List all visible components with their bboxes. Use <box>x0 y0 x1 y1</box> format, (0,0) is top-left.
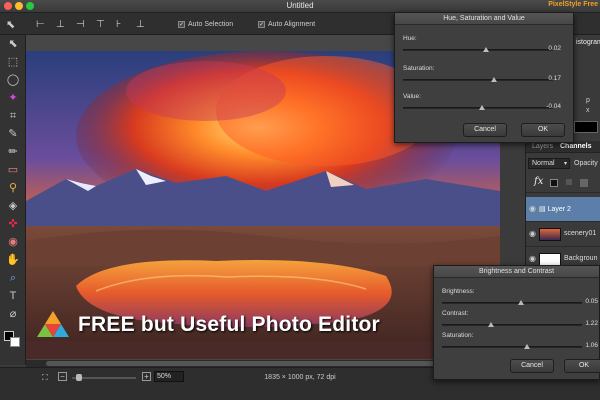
align-center-icon[interactable]: ⊥ <box>56 18 65 30</box>
horizontal-scrollbar[interactable] <box>26 360 500 367</box>
dialog-title: Hue, Saturation and Value <box>395 13 573 25</box>
auto-alignment-checkbox[interactable]: ✓ Auto Alignment <box>258 18 315 30</box>
contrast-value: 1.22 <box>585 320 598 327</box>
slider-knob[interactable] <box>488 322 494 327</box>
hue-label: Hue: <box>403 35 417 42</box>
clone-tool-icon[interactable]: ✜ <box>4 217 22 232</box>
smudge-tool-icon[interactable]: ⚲ <box>4 181 22 196</box>
opacity-label: Opacity <box>574 160 598 167</box>
saturation-slider[interactable] <box>403 77 553 82</box>
contrast-label: Contrast: <box>442 310 469 317</box>
tools-palette: ⬉ ⬚ ◯ ✦ ⌗ ✎ ✏ ▭ ⚲ ◈ ✜ ◉ ✋ ⌕ T ⌀ <box>0 35 26 365</box>
mask-icon[interactable] <box>550 179 558 187</box>
ellipse-select-icon[interactable]: ◯ <box>4 73 22 88</box>
cancel-button[interactable]: Cancel <box>510 359 554 373</box>
adjustment-icon[interactable] <box>566 179 572 185</box>
slider-knob[interactable] <box>483 47 489 52</box>
saturation-label: Saturation: <box>442 332 474 339</box>
brightness-value: 0.05 <box>585 298 598 305</box>
histogram-readout: p <box>586 97 590 104</box>
ok-button[interactable]: OK <box>521 123 565 137</box>
auto-selection-checkbox[interactable]: ✓ Auto Selection <box>178 18 233 30</box>
layer-name: Backgroun <box>564 255 598 262</box>
layer-row-scenery01[interactable]: ◉ scenery01 <box>526 222 600 247</box>
align-left-icon[interactable]: ⊢ <box>36 18 45 30</box>
layer-thumbnail <box>539 228 561 241</box>
slider-knob[interactable] <box>518 300 524 305</box>
move-tool-option-icon[interactable]: ⬉ <box>6 18 15 31</box>
align-middle-icon[interactable]: ⊦ <box>116 18 121 30</box>
saturation-label: Saturation: <box>403 65 435 72</box>
red-eye-tool-icon[interactable]: ◉ <box>4 235 22 250</box>
app-window: Untitled PixelStyle Free ⬉ ⊢ ⊥ ⊣ ⊤ ⊦ ⊥ ✓… <box>0 0 600 400</box>
chevron-down-icon: ▾ <box>563 161 567 167</box>
eye-icon[interactable]: ◉ <box>529 254 536 263</box>
fx-icon[interactable]: fx <box>534 176 543 187</box>
move-tool-icon[interactable]: ⬉ <box>4 37 22 52</box>
scrollbar-thumb[interactable] <box>46 361 446 366</box>
marquee-tool-icon[interactable]: ⬚ <box>4 55 22 70</box>
align-right-icon[interactable]: ⊣ <box>76 18 85 30</box>
cancel-button[interactable]: Cancel <box>463 123 507 137</box>
background-color-swatch[interactable] <box>10 337 20 347</box>
hue-value: 0.02 <box>548 45 561 52</box>
histogram-readout-x: x <box>586 107 590 114</box>
brightness-contrast-dialog: Brightness and Contrast Brightness: 0.05… <box>433 265 600 380</box>
hue-slider[interactable] <box>403 47 553 52</box>
auto-alignment-label: Auto Alignment <box>268 20 316 28</box>
app-logo <box>36 309 70 339</box>
saturation-slider[interactable] <box>442 344 582 349</box>
bucket-tool-icon[interactable]: ◈ <box>4 199 22 214</box>
layer-name: Layer 2 <box>547 206 571 213</box>
auto-selection-label: Auto Selection <box>188 20 234 28</box>
eyedropper-tool-icon[interactable]: ⌀ <box>4 307 22 322</box>
brightness-slider[interactable] <box>442 300 582 305</box>
hand-tool-icon[interactable]: ✋ <box>4 253 22 268</box>
checkmark-icon: ✓ <box>178 20 185 28</box>
slider-knob[interactable] <box>491 77 497 82</box>
pencil-tool-icon[interactable]: ✏ <box>4 145 22 160</box>
saturation-value: 1.06 <box>585 342 598 349</box>
magic-wand-icon[interactable]: ✦ <box>4 91 22 106</box>
watermark-text: FREE but Useful Photo Editor <box>78 313 380 336</box>
checkmark-icon: ✓ <box>258 20 265 28</box>
align-top-icon[interactable]: ⊤ <box>96 18 105 30</box>
blend-mode-value: Normal <box>532 160 555 167</box>
brush-tool-icon[interactable]: ✎ <box>4 127 22 142</box>
crop-tool-icon[interactable]: ⌗ <box>4 109 22 124</box>
value-value: -0.04 <box>546 103 561 110</box>
tab-histogram[interactable]: istogram <box>576 39 600 46</box>
zoom-tool-icon[interactable]: ⌕ <box>4 271 22 286</box>
tab-layers[interactable]: Layers <box>532 143 553 150</box>
layer-row-layer-2[interactable]: ◉ ▤ Layer 2 <box>526 197 600 222</box>
brand-label: PixelStyle Free <box>548 1 598 8</box>
text-tool-icon[interactable]: T <box>4 289 22 304</box>
slider-knob[interactable] <box>524 344 530 349</box>
value-label: Value: <box>403 93 421 100</box>
dialog-title: Brightness and Contrast <box>434 266 599 278</box>
group-icon[interactable] <box>580 179 588 187</box>
slider-knob[interactable] <box>479 105 485 110</box>
align-bottom-icon[interactable]: ⊥ <box>136 18 145 30</box>
hue-saturation-dialog: Hue, Saturation and Value Hue: 0.02 Satu… <box>394 12 574 143</box>
histogram-swatch <box>574 121 598 133</box>
eye-icon[interactable]: ◉ <box>529 204 536 213</box>
ok-button[interactable]: OK <box>564 359 600 373</box>
window-title: Untitled <box>286 1 314 10</box>
tab-channels[interactable]: Channels <box>560 143 592 150</box>
contrast-slider[interactable] <box>442 322 582 327</box>
value-slider[interactable] <box>403 105 553 110</box>
eraser-tool-icon[interactable]: ▭ <box>4 163 22 178</box>
layer-name: scenery01 <box>564 230 597 237</box>
saturation-value: 0.17 <box>548 75 561 82</box>
blend-mode-select[interactable]: Normal ▾ <box>528 158 570 169</box>
brightness-label: Brightness: <box>442 288 475 295</box>
eye-icon[interactable]: ◉ <box>529 229 536 238</box>
